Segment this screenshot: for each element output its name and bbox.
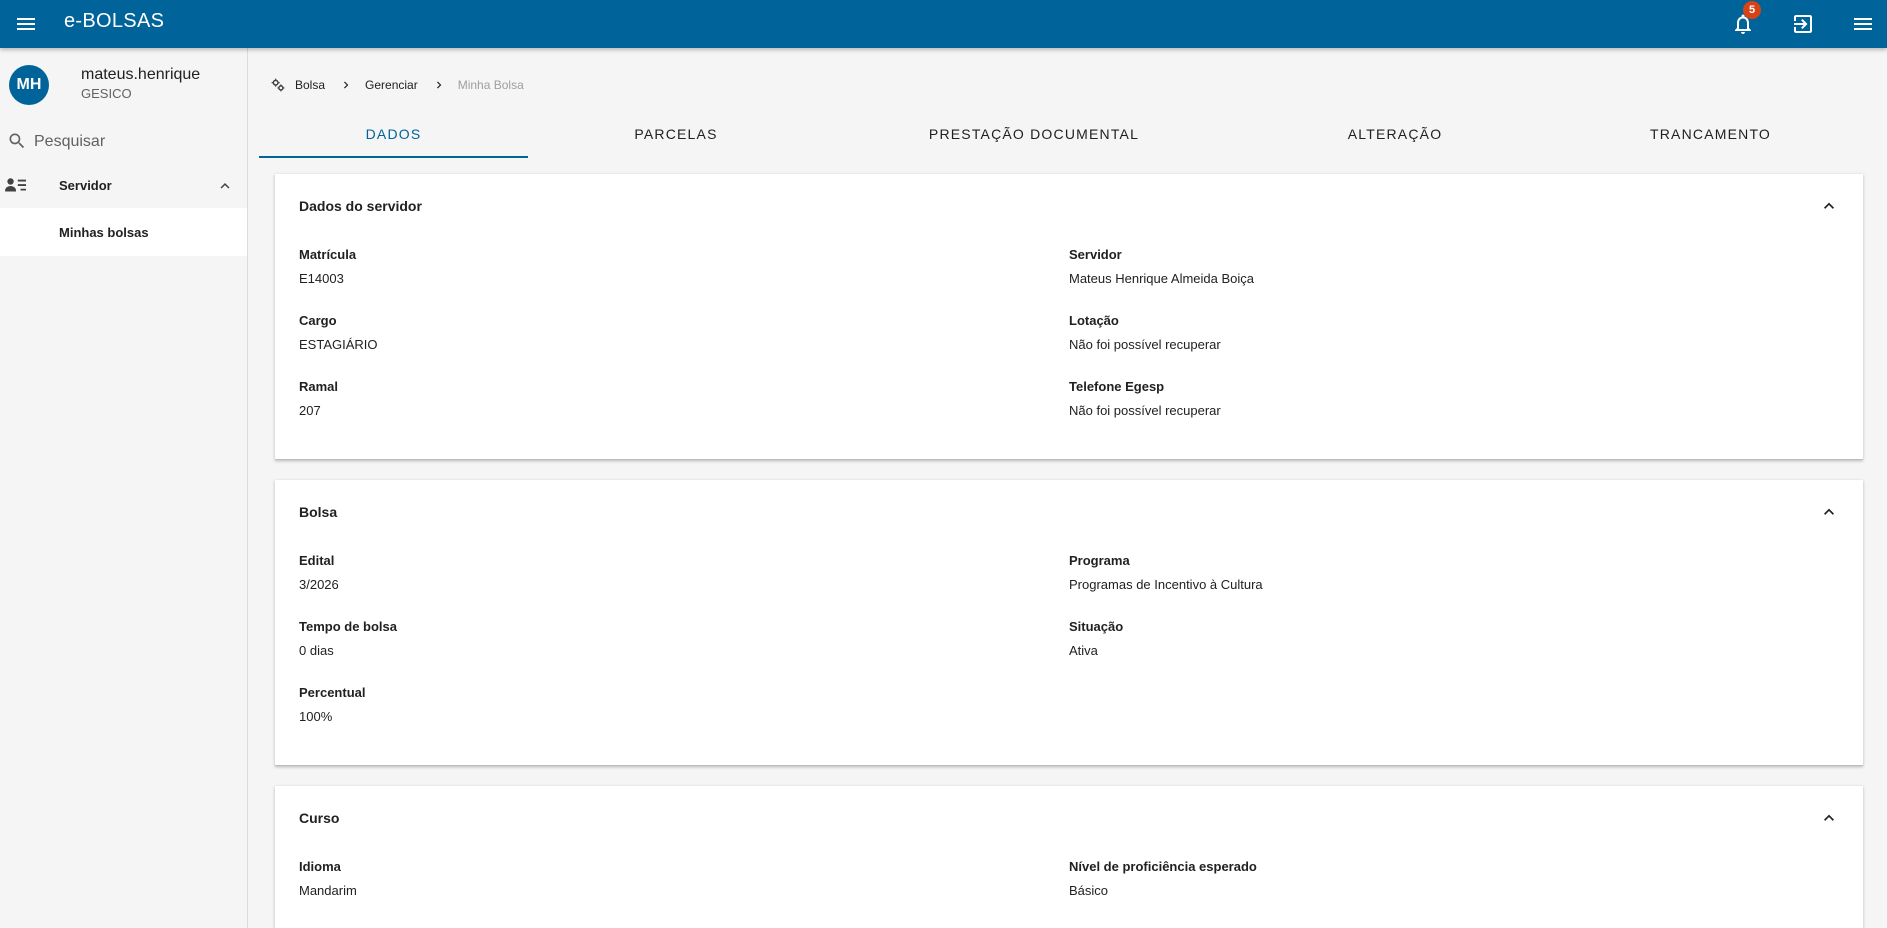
menu-icon bbox=[1854, 18, 1872, 30]
field-label: Situação bbox=[1069, 619, 1124, 634]
field-value: Não foi possível recuperar bbox=[1069, 337, 1221, 352]
breadcrumb-item-bolsa[interactable]: Bolsa bbox=[295, 78, 325, 92]
person-list-icon bbox=[5, 178, 26, 192]
avatar: MH bbox=[9, 65, 49, 105]
field-ramal: Ramal 207 bbox=[299, 379, 338, 418]
card-header[interactable]: Dados do servidor bbox=[275, 174, 1863, 238]
settings-cog-icon bbox=[271, 78, 285, 92]
notification-badge: 5 bbox=[1743, 1, 1761, 19]
sidebar: MH mateus.henrique GESICO Servidor Minha… bbox=[0, 48, 248, 928]
tab-trancamento[interactable]: TRANCAMENTO bbox=[1546, 110, 1875, 158]
field-label: Idioma bbox=[299, 859, 341, 874]
field-value: ESTAGIÁRIO bbox=[299, 337, 378, 352]
chevron-up-icon bbox=[220, 183, 230, 189]
field-programa: Programa Programas de Incentivo à Cultur… bbox=[1069, 553, 1263, 592]
options-menu-button[interactable] bbox=[1839, 0, 1887, 48]
field-value: Não foi possível recuperar bbox=[1069, 403, 1221, 418]
field-label: Edital bbox=[299, 553, 335, 568]
menu-icon[interactable] bbox=[8, 6, 44, 42]
card-header[interactable]: Bolsa bbox=[275, 480, 1863, 544]
tab-alteracao[interactable]: ALTERAÇÃO bbox=[1244, 110, 1546, 158]
field-label: Programa bbox=[1069, 553, 1130, 568]
chevron-right-icon bbox=[432, 78, 446, 92]
field-lotacao: Lotação Não foi possível recuperar bbox=[1069, 313, 1221, 352]
chevron-up-icon bbox=[1824, 202, 1834, 209]
card-header[interactable]: Curso bbox=[275, 786, 1863, 850]
chevron-right-icon bbox=[339, 78, 353, 92]
tab-dados[interactable]: DADOS bbox=[259, 110, 528, 158]
field-servidor: Servidor Mateus Henrique Almeida Boiça bbox=[1069, 247, 1254, 286]
field-value: 3/2026 bbox=[299, 577, 339, 592]
user-profile: MH mateus.henrique GESICO bbox=[0, 48, 247, 120]
field-cargo: Cargo ESTAGIÁRIO bbox=[299, 313, 378, 352]
card-title: Curso bbox=[299, 810, 340, 826]
field-value: Programas de Incentivo à Cultura bbox=[1069, 577, 1263, 592]
logout-icon bbox=[1794, 15, 1812, 33]
chevron-up-icon bbox=[1824, 814, 1834, 821]
notifications-button[interactable]: 5 bbox=[1719, 0, 1767, 48]
field-telefone-egesp: Telefone Egesp Não foi possível recupera… bbox=[1069, 379, 1221, 418]
sidebar-group-servidor[interactable]: Servidor bbox=[0, 164, 247, 208]
field-tempo-de-bolsa: Tempo de bolsa 0 dias bbox=[299, 619, 397, 658]
logout-button[interactable] bbox=[1779, 0, 1827, 48]
app-title: e-BOLSAS bbox=[64, 10, 165, 32]
field-label: Tempo de bolsa bbox=[299, 619, 397, 634]
top-app-bar: e-BOLSAS 5 bbox=[0, 0, 1887, 48]
field-label: Ramal bbox=[299, 379, 339, 394]
chevron-up-icon bbox=[1824, 508, 1834, 515]
field-label: Servidor bbox=[1069, 247, 1122, 262]
field-value: 100% bbox=[299, 709, 333, 724]
field-value: Mandarim bbox=[299, 883, 357, 898]
sidebar-item-minhas-bolsas[interactable]: Minhas bolsas bbox=[0, 208, 247, 256]
search-icon bbox=[9, 133, 25, 149]
field-idioma: Idioma Mandarim bbox=[299, 859, 357, 898]
field-percentual: Percentual 100% bbox=[299, 685, 365, 724]
sidebar-group-label: Servidor bbox=[59, 178, 112, 193]
card-title: Dados do servidor bbox=[299, 198, 422, 214]
tab-prestacao-documental[interactable]: PRESTAÇÃO DOCUMENTAL bbox=[824, 110, 1244, 158]
search-input[interactable] bbox=[34, 128, 234, 156]
card-title: Bolsa bbox=[299, 504, 338, 520]
field-matricula: Matrícula E14003 bbox=[299, 247, 356, 286]
card-curso: Curso Idioma Mandarim Nível de proficiên… bbox=[275, 786, 1863, 928]
breadcrumb: Bolsa Gerenciar Minha Bolsa bbox=[271, 75, 524, 95]
field-label: Cargo bbox=[299, 313, 337, 328]
field-label: Matrícula bbox=[299, 247, 357, 262]
field-value: 207 bbox=[299, 403, 321, 418]
field-label: Lotação bbox=[1069, 313, 1119, 328]
field-value: 0 dias bbox=[299, 643, 334, 658]
field-value: Mateus Henrique Almeida Boiça bbox=[1069, 271, 1254, 286]
field-label: Nível de proficiência esperado bbox=[1069, 859, 1257, 874]
field-value: Básico bbox=[1069, 883, 1109, 898]
card-dados-servidor: Dados do servidor Matrícula E14003 Servi… bbox=[275, 174, 1863, 460]
breadcrumb-item-current: Minha Bolsa bbox=[457, 78, 524, 92]
field-situacao: Situação Ativa bbox=[1069, 619, 1123, 658]
card-bolsa: Bolsa Edital 3/2026 Programa Programas d… bbox=[275, 480, 1863, 766]
tab-bar: DADOS PARCELAS PRESTAÇÃO DOCUMENTAL ALTE… bbox=[259, 110, 1875, 158]
tab-parcelas[interactable]: PARCELAS bbox=[528, 110, 824, 158]
field-nivel-proficiencia: Nível de proficiência esperado Básico bbox=[1069, 859, 1257, 898]
user-org: GESICO bbox=[81, 86, 132, 101]
field-value: E14003 bbox=[299, 271, 344, 286]
sidebar-item-label: Minhas bolsas bbox=[59, 225, 149, 240]
breadcrumb-item-gerenciar[interactable]: Gerenciar bbox=[365, 78, 418, 92]
user-name: mateus.henrique bbox=[81, 66, 201, 83]
field-label: Telefone Egesp bbox=[1069, 379, 1165, 394]
field-edital: Edital 3/2026 bbox=[299, 553, 339, 592]
field-value: Ativa bbox=[1069, 643, 1098, 658]
field-label: Percentual bbox=[299, 685, 366, 700]
main-content: Bolsa Gerenciar Minha Bolsa DADOS PARCEL… bbox=[249, 48, 1887, 928]
sidebar-search bbox=[0, 120, 247, 164]
